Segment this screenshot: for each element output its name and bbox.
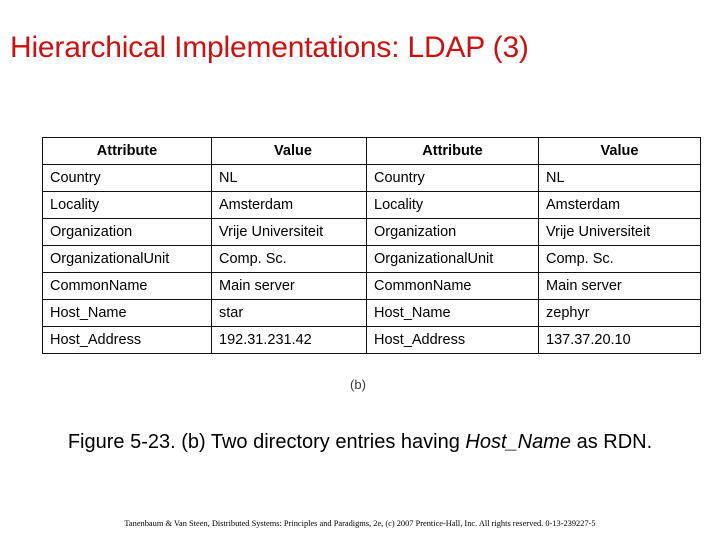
cell-value: 192.31.231.42 — [211, 326, 375, 354]
table-header-row: Attribute Value — [366, 137, 701, 165]
cell-attribute: Organization — [42, 218, 212, 246]
cell-attribute: CommonName — [366, 272, 539, 300]
cell-attribute: Host_Name — [366, 299, 539, 327]
directory-entry-table-right: Attribute Value Country NL Locality Amsterd… — [366, 137, 701, 354]
caption-emphasis-term: Host_Name — [465, 431, 572, 453]
table-row: Locality Amsterdam — [366, 191, 701, 219]
cell-value: Main server — [211, 272, 375, 300]
table-row: Organization Vrije Universiteit — [42, 218, 375, 246]
column-header-value: Value — [538, 137, 701, 165]
cell-value: NL — [538, 164, 701, 192]
cell-attribute: Host_Address — [366, 326, 539, 354]
figure-caption: Figure 5-23. (b) Two directory entries h… — [60, 428, 660, 456]
cell-attribute: Country — [366, 164, 539, 192]
cell-value: Vrije Universiteit — [211, 218, 375, 246]
directory-entry-table-left: Attribute Value Country NL Locality Amsterd… — [42, 137, 375, 354]
table-row: Organization Vrije Universiteit — [366, 218, 701, 246]
cell-value: Amsterdam — [538, 191, 701, 219]
cell-attribute: Locality — [42, 191, 212, 219]
table-row: Host_Address 192.31.231.42 — [42, 326, 375, 354]
cell-value: Main server — [538, 272, 701, 300]
cell-value: Amsterdam — [211, 191, 375, 219]
cell-attribute: OrganizationalUnit — [42, 245, 212, 273]
footer-credit: Tanenbaum & Van Steen, Distributed Syste… — [124, 519, 596, 528]
cell-value: zephyr — [538, 299, 701, 327]
cell-attribute: Organization — [366, 218, 539, 246]
caption-text-part-1: Figure 5-23. (b) Two directory entries h… — [67, 431, 466, 453]
table-row: Country NL — [42, 164, 375, 192]
cell-value: 137.37.20.10 — [538, 326, 701, 354]
table-row: Country NL — [366, 164, 701, 192]
table-row: CommonName Main server — [366, 272, 701, 300]
cell-attribute: Host_Name — [42, 299, 212, 327]
cell-attribute: CommonName — [42, 272, 212, 300]
cell-attribute: Locality — [366, 191, 539, 219]
subfigure-label: (b) — [350, 377, 366, 392]
column-header-value: Value — [211, 137, 375, 165]
table-row: OrganizationalUnit Comp. Sc. — [42, 245, 375, 273]
table-row: Host_Name zephyr — [366, 299, 701, 327]
cell-value: Comp. Sc. — [211, 245, 375, 273]
table-row: OrganizationalUnit Comp. Sc. — [366, 245, 701, 273]
column-header-attribute: Attribute — [366, 137, 539, 165]
page-title: Hierarchical Implementations: LDAP (3) — [10, 31, 529, 64]
cell-attribute: Host_Address — [42, 326, 212, 354]
table-row: Locality Amsterdam — [42, 191, 375, 219]
table-row: CommonName Main server — [42, 272, 375, 300]
column-header-attribute: Attribute — [42, 137, 212, 165]
cell-value: star — [211, 299, 375, 327]
table-row: Host_Address 137.37.20.10 — [366, 326, 701, 354]
cell-value: NL — [211, 164, 375, 192]
caption-text-part-2: as RDN. — [571, 431, 653, 453]
table-row: Host_Name star — [42, 299, 375, 327]
cell-value: Comp. Sc. — [538, 245, 701, 273]
table-header-row: Attribute Value — [42, 137, 375, 165]
cell-attribute: OrganizationalUnit — [366, 245, 539, 273]
cell-value: Vrije Universiteit — [538, 218, 701, 246]
cell-attribute: Country — [42, 164, 212, 192]
